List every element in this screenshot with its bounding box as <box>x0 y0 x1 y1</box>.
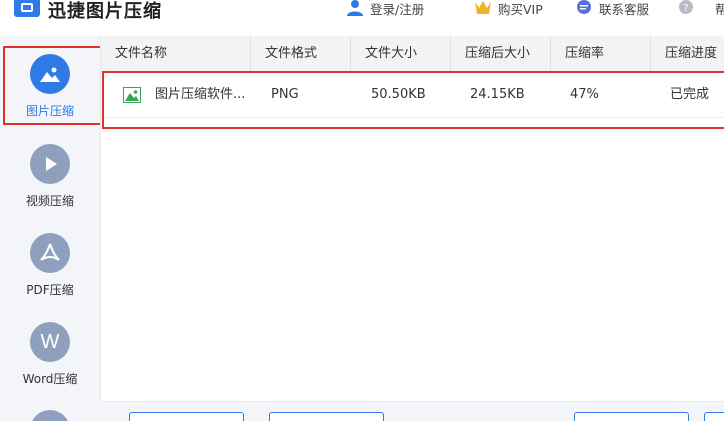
title-bar: 迅捷图片压缩 登录/注册 购买VIP 联系客服 ? 帮 <box>0 0 724 36</box>
table-row[interactable]: 图片压缩软件... PNG 50.50KB 24.15KB 47% 已完成 <box>101 72 724 118</box>
help-label: 帮 <box>715 1 724 17</box>
app-logo-icon <box>14 0 40 17</box>
sidebar: 图片压缩 视频压缩 PDF压缩 W Word压缩 <box>0 36 100 421</box>
column-header-size[interactable]: 文件大小 <box>351 36 451 72</box>
table-header: 文件名称 文件格式 文件大小 压缩后大小 压缩率 压缩进度 <box>101 36 724 72</box>
compression-rate: 47% <box>570 87 599 102</box>
buy-vip-button[interactable]: 购买VIP <box>474 0 543 17</box>
user-icon <box>347 0 363 16</box>
column-header-compressed-size[interactable]: 压缩后大小 <box>451 36 551 72</box>
column-header-progress[interactable]: 压缩进度 <box>651 36 724 72</box>
column-header-name[interactable]: 文件名称 <box>101 36 251 72</box>
image-icon <box>30 54 70 94</box>
sidebar-item-video-compress[interactable]: 视频压缩 <box>0 136 100 216</box>
bottom-toolbar <box>100 401 724 421</box>
image-file-icon <box>123 87 141 103</box>
svg-text:?: ? <box>683 3 688 14</box>
compression-status: 已完成 <box>670 87 710 102</box>
help-button[interactable]: ? 帮 <box>677 0 724 17</box>
help-icon: ? <box>679 0 693 14</box>
sidebar-item-image-compress[interactable]: 图片压缩 <box>0 46 100 126</box>
contact-support-label: 联系客服 <box>599 1 650 17</box>
login-label: 登录/注册 <box>370 1 425 17</box>
sidebar-item-pdf-compress[interactable]: PDF压缩 <box>0 225 100 305</box>
sidebar-item-word-compress[interactable]: W Word压缩 <box>0 314 100 394</box>
word-icon: W <box>30 322 70 362</box>
contact-support-button[interactable]: 联系客服 <box>575 0 650 17</box>
app-title: 迅捷图片压缩 <box>48 1 162 22</box>
pdf-icon <box>30 233 70 273</box>
file-size: 50.50KB <box>371 87 426 102</box>
compressed-size: 24.15KB <box>470 87 525 102</box>
add-folder-button[interactable] <box>269 412 384 421</box>
sidebar-item-label: PDF压缩 <box>26 283 74 297</box>
login-button[interactable]: 登录/注册 <box>346 0 425 17</box>
file-table: 文件名称 文件格式 文件大小 压缩后大小 压缩率 压缩进度 图片压缩软件... … <box>100 36 724 401</box>
column-header-rate[interactable]: 压缩率 <box>551 36 651 72</box>
file-format: PNG <box>271 87 299 102</box>
column-header-format[interactable]: 文件格式 <box>251 36 351 72</box>
sidebar-item-label: Word压缩 <box>22 372 78 386</box>
start-compress-button[interactable] <box>704 412 724 421</box>
add-file-button[interactable] <box>129 412 244 421</box>
chat-icon <box>577 0 591 14</box>
output-settings-button[interactable] <box>574 412 689 421</box>
file-name: 图片压缩软件... <box>155 87 246 102</box>
vip-crown-icon <box>475 1 491 14</box>
buy-vip-label: 购买VIP <box>498 1 543 17</box>
sidebar-item-label: 图片压缩 <box>25 104 74 118</box>
sidebar-item-more-icon[interactable] <box>30 410 70 421</box>
play-icon <box>30 144 70 184</box>
sidebar-item-label: 视频压缩 <box>25 194 74 208</box>
